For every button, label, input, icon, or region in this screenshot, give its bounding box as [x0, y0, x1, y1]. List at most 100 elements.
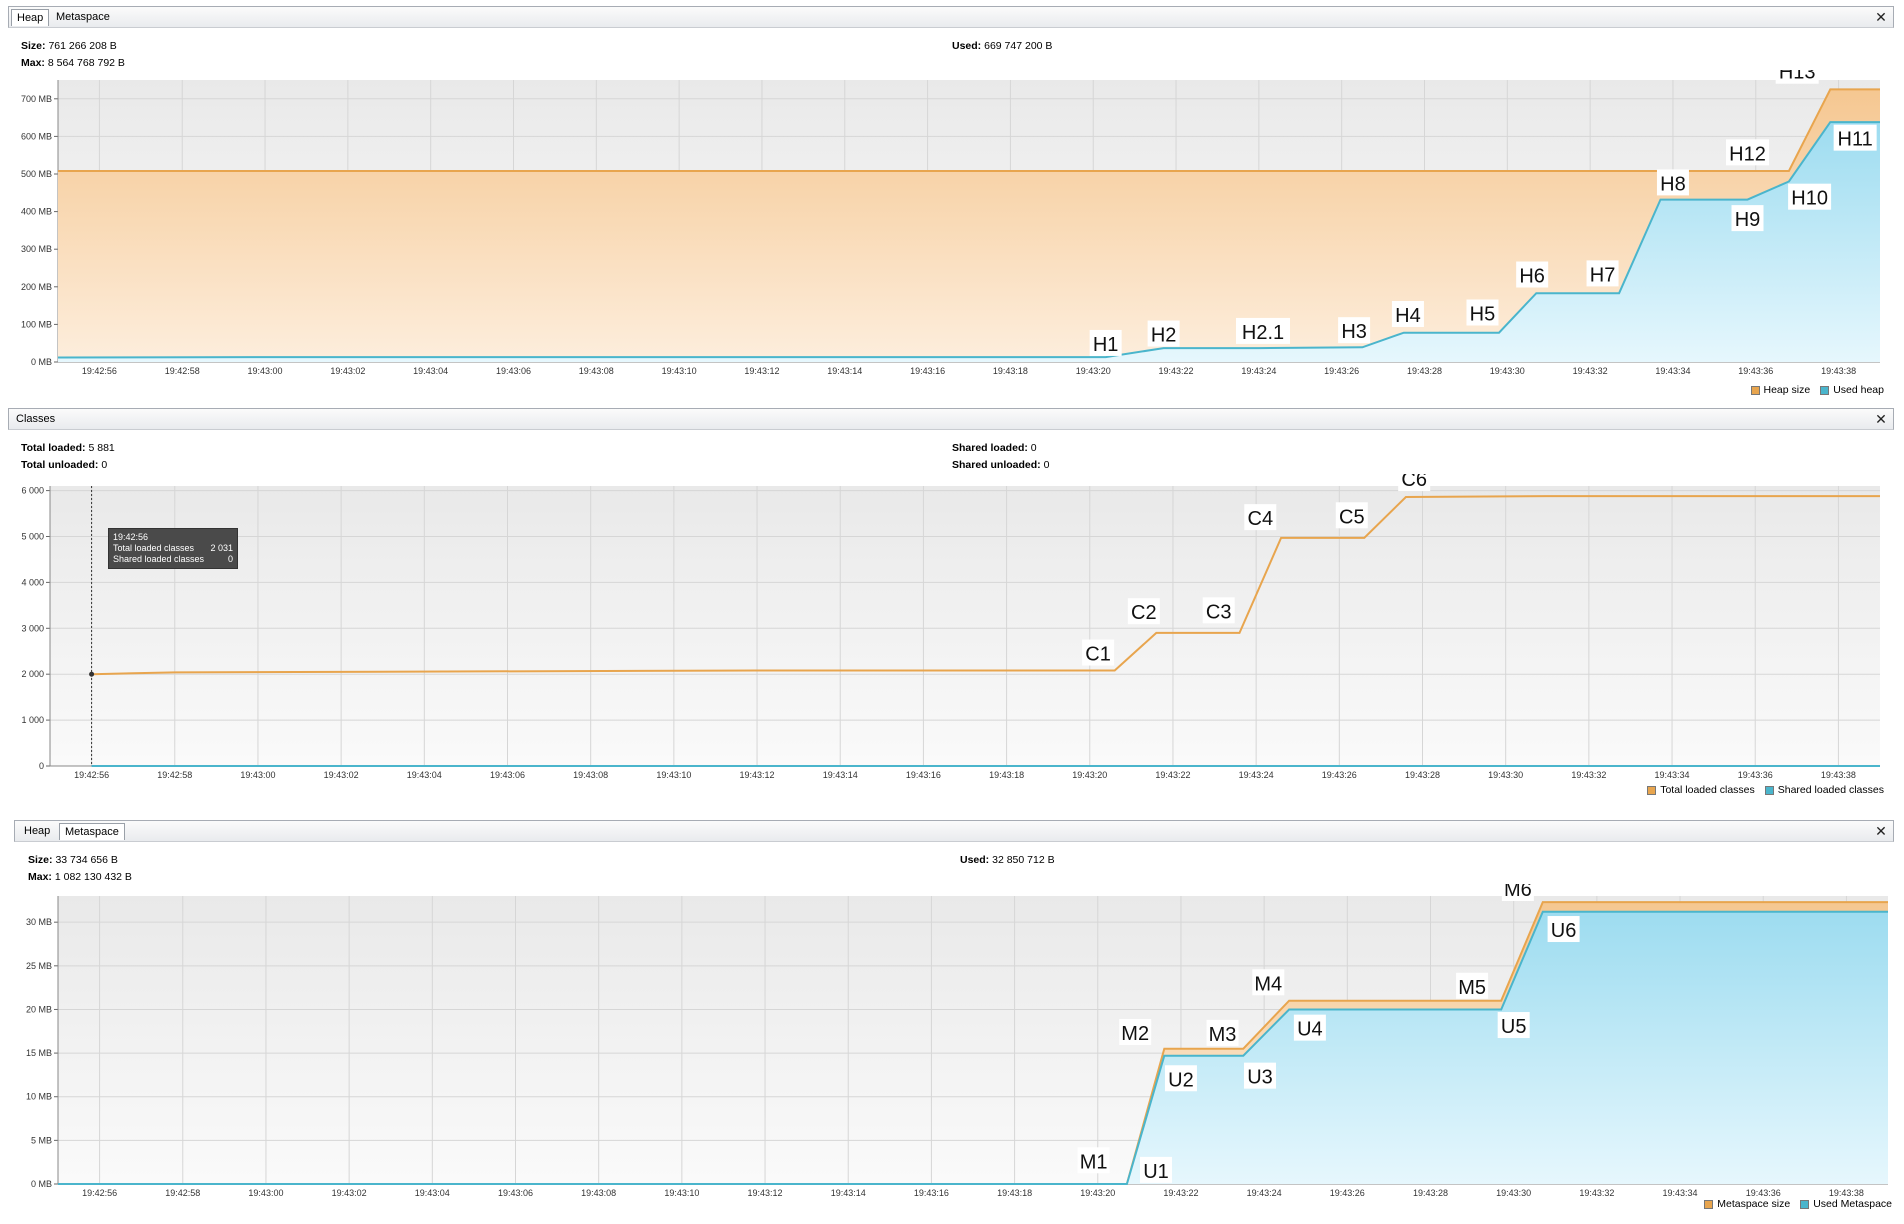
tooltip-row2-label: Shared loaded classes	[113, 554, 205, 564]
annotation-label: H10	[1791, 188, 1828, 210]
heap-used-info: Used: 669 747 200 B	[952, 40, 1052, 52]
annotation-label: H3	[1341, 321, 1367, 343]
y-tick-label: 4 000	[21, 577, 44, 587]
x-tick-label: 19:43:10	[662, 366, 697, 376]
x-tick-label: 19:43:30	[1490, 366, 1525, 376]
x-tick-label: 19:43:08	[581, 1188, 616, 1198]
x-tick-label: 19:43:24	[1247, 1188, 1282, 1198]
total-unloaded-label: Total unloaded:	[21, 459, 99, 471]
annotation-label: H13	[1779, 70, 1816, 84]
classes-panel: Classes ✕ Total loaded: 5 881 Total unlo…	[0, 404, 1904, 806]
tab-metaspace[interactable]: Metaspace	[59, 823, 125, 840]
x-tick-label: 19:43:36	[1738, 366, 1773, 376]
metaspace-size-swatch	[1704, 1199, 1714, 1209]
legend-used-metaspace[interactable]: Used Metaspace	[1813, 1198, 1892, 1210]
max-value: 1 082 130 432 B	[54, 871, 132, 883]
tab-metaspace[interactable]: Metaspace	[51, 9, 115, 26]
close-icon[interactable]: ✕	[1873, 822, 1889, 840]
y-tick-label: 1 000	[21, 715, 44, 725]
shared-loaded-swatch	[1764, 785, 1774, 795]
x-tick-label: 19:43:12	[744, 366, 779, 376]
legend-heap-size[interactable]: Heap size	[1764, 384, 1811, 396]
used-heap-swatch	[1820, 385, 1830, 395]
x-tick-label: 19:43:22	[1155, 770, 1190, 780]
used-metaspace-swatch	[1800, 1199, 1810, 1209]
y-tick-label: 6 000	[21, 486, 44, 496]
y-tick-label: 0 MB	[31, 1179, 52, 1189]
x-tick-label: 19:43:10	[656, 770, 691, 780]
tooltip-row2-value: 0	[227, 554, 233, 564]
y-tick-label: 30 MB	[26, 917, 52, 927]
metaspace-tabbar: Heap Metaspace ✕	[14, 820, 1894, 842]
legend-shared-loaded[interactable]: Shared loaded classes	[1778, 784, 1884, 796]
x-tick-label: 19:43:04	[407, 770, 442, 780]
x-tick-label: 19:43:30	[1496, 1188, 1531, 1198]
close-icon[interactable]: ✕	[1873, 8, 1889, 26]
annotation-label: C3	[1206, 601, 1232, 623]
legend-used-heap[interactable]: Used heap	[1833, 384, 1884, 396]
annotation-label: M2	[1121, 1023, 1149, 1045]
y-tick-label: 5 000	[21, 531, 44, 541]
legend-metaspace-size[interactable]: Metaspace size	[1717, 1198, 1790, 1210]
tab-classes: Classes	[16, 413, 56, 425]
annotation-label: C2	[1131, 602, 1157, 624]
x-tick-label: 19:43:20	[1076, 366, 1111, 376]
y-tick-label: 0	[39, 761, 44, 771]
x-tick-label: 19:42:58	[165, 1188, 200, 1198]
shared-unloaded-value: 0	[1043, 459, 1050, 471]
x-tick-label: 19:43:00	[248, 366, 283, 376]
annotation-label: H2	[1151, 325, 1177, 347]
annotation-label: M1	[1080, 1151, 1108, 1173]
annotation-label: U3	[1247, 1067, 1273, 1089]
size-value: 33 734 656 B	[55, 854, 118, 866]
y-tick-label: 700 MB	[21, 94, 52, 104]
x-tick-label: 19:43:24	[1239, 770, 1274, 780]
x-tick-label: 19:43:38	[1821, 770, 1856, 780]
total-loaded-info: Total loaded: 5 881	[21, 442, 115, 454]
max-label: Max:	[28, 871, 52, 883]
metaspace-legend: Metaspace size Used Metaspace	[1704, 1198, 1892, 1210]
x-tick-label: 19:43:36	[1738, 770, 1773, 780]
total-loaded-value: 5 881	[88, 442, 115, 454]
x-tick-label: 19:43:28	[1413, 1188, 1448, 1198]
classes-legend: Total loaded classes Shared loaded class…	[1647, 784, 1884, 796]
x-tick-label: 19:43:18	[993, 366, 1028, 376]
x-tick-label: 19:43:36	[1746, 1188, 1781, 1198]
tooltip-time: 19:42:56	[113, 532, 149, 542]
y-tick-label: 500 MB	[21, 169, 52, 179]
size-label: Size:	[28, 854, 53, 866]
x-tick-label: 19:43:02	[332, 1188, 367, 1198]
x-tick-label: 19:43:18	[997, 1188, 1032, 1198]
total-loaded-swatch	[1647, 785, 1657, 795]
x-tick-label: 19:42:56	[82, 1188, 117, 1198]
legend-total-loaded[interactable]: Total loaded classes	[1660, 784, 1755, 796]
x-tick-label: 19:43:38	[1829, 1188, 1864, 1198]
x-tick-label: 19:43:28	[1407, 366, 1442, 376]
x-tick-label: 19:43:22	[1159, 366, 1194, 376]
close-icon[interactable]: ✕	[1873, 410, 1889, 428]
x-tick-label: 19:43:20	[1072, 770, 1107, 780]
x-tick-label: 19:43:04	[415, 1188, 450, 1198]
tab-heap[interactable]: Heap	[19, 823, 55, 840]
annotation-label: U4	[1297, 1019, 1323, 1041]
tab-heap[interactable]: Heap	[11, 9, 50, 26]
classes-tooltip: 19:42:56 Total loaded classes 2 031 Share…	[108, 528, 238, 569]
shared-unloaded-label: Shared unloaded:	[952, 459, 1041, 471]
annotation-label: H6	[1519, 266, 1545, 288]
y-tick-label: 2 000	[21, 669, 44, 679]
shared-loaded-label: Shared loaded:	[952, 442, 1028, 454]
x-tick-label: 19:43:00	[240, 770, 275, 780]
annotation-label: C1	[1085, 644, 1111, 666]
heap-size-info: Size: 761 266 208 B	[21, 40, 117, 52]
used-value: 32 850 712 B	[992, 854, 1055, 866]
x-tick-label: 19:43:18	[989, 770, 1024, 780]
x-tick-label: 19:43:32	[1579, 1188, 1614, 1198]
annotation-label: M4	[1254, 973, 1282, 995]
heap-legend: Heap size Used heap	[1750, 384, 1884, 396]
shared-loaded-info: Shared loaded: 0	[952, 442, 1037, 454]
heap-max-info: Max: 8 564 768 792 B	[21, 57, 125, 69]
annotation-label: U1	[1143, 1161, 1169, 1183]
annotation-label: M6	[1504, 884, 1532, 901]
max-value: 8 564 768 792 B	[47, 57, 125, 69]
total-unloaded-info: Total unloaded: 0	[21, 459, 107, 471]
